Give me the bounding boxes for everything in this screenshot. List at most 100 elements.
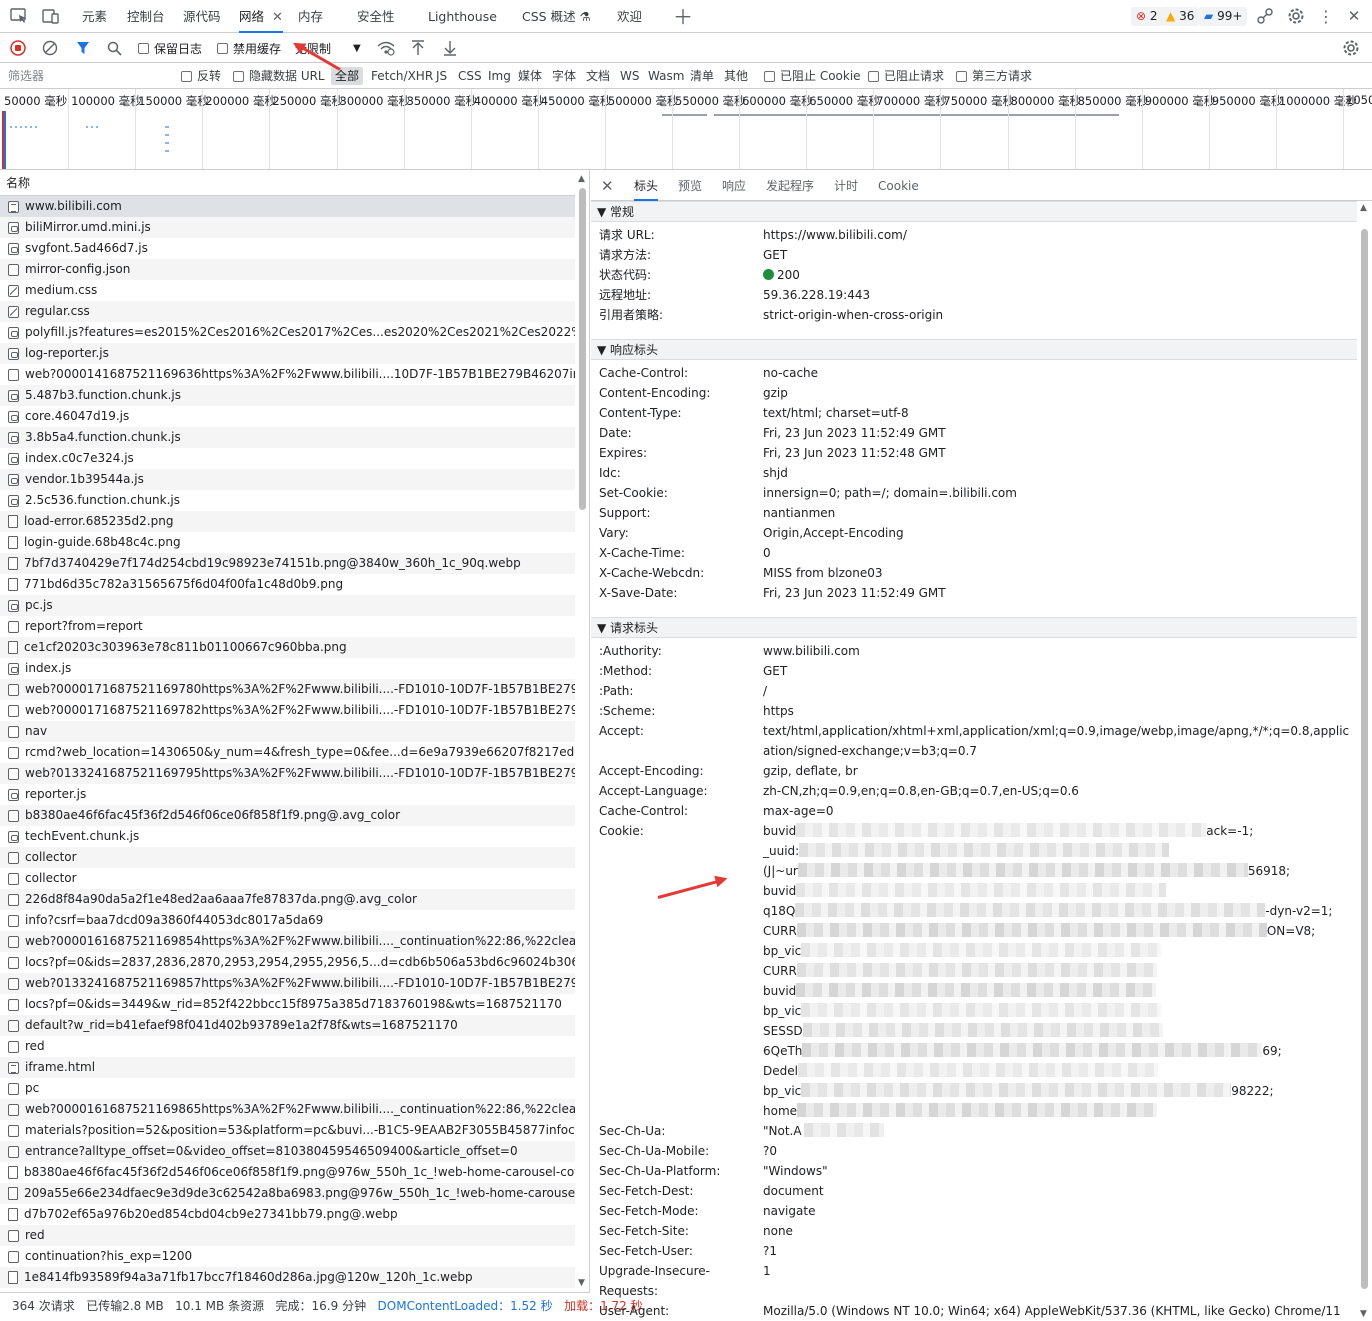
record-stop-icon[interactable] bbox=[10, 38, 26, 58]
header-value[interactable]: 1 bbox=[763, 1261, 1357, 1301]
request-row[interactable]: pc bbox=[0, 1078, 575, 1099]
type-filter-7[interactable]: 文档 bbox=[586, 67, 610, 85]
request-row[interactable]: report?from=report bbox=[0, 616, 575, 637]
request-row[interactable]: index.js bbox=[0, 658, 575, 679]
customize-connections-icon[interactable] bbox=[1255, 6, 1275, 26]
request-row[interactable]: iframe.html bbox=[0, 1057, 575, 1078]
request-row[interactable]: techEvent.chunk.js bbox=[0, 826, 575, 847]
header-value[interactable]: MISS from blzone03 bbox=[763, 563, 1357, 583]
header-value[interactable]: shjd bbox=[763, 463, 1357, 483]
scroll-thumb[interactable] bbox=[1361, 229, 1368, 1289]
detail-tab-5[interactable]: Cookie bbox=[878, 170, 919, 201]
request-row[interactable]: reporter.js bbox=[0, 784, 575, 805]
more-tabs-plus-icon[interactable]: ＋ bbox=[673, 5, 693, 29]
header-value[interactable]: none bbox=[763, 1221, 1357, 1241]
messages-badge[interactable]: ▰ 99+ bbox=[1199, 7, 1248, 26]
invert-checkbox[interactable]: 反转 bbox=[181, 67, 221, 85]
request-row[interactable]: web?000016168752116985​4https%3A%2F%2Fww… bbox=[0, 931, 575, 952]
type-filter-11[interactable]: 其他 bbox=[724, 67, 748, 85]
request-row[interactable]: load-error.685235d2.png bbox=[0, 511, 575, 532]
header-value[interactable]: https://www.bilibili.com/ bbox=[763, 225, 1357, 245]
network-conditions-icon[interactable] bbox=[377, 38, 395, 58]
tab-2[interactable]: 源代码 bbox=[183, 0, 221, 33]
type-filter-6[interactable]: 字体 bbox=[552, 67, 576, 85]
request-row[interactable]: 2.5c536.function.chunk.js bbox=[0, 490, 575, 511]
header-value[interactable]: ?0 bbox=[763, 1141, 1357, 1161]
close-detail-icon[interactable]: ✕ bbox=[601, 170, 614, 201]
tab-5[interactable]: 安全性 bbox=[357, 0, 395, 33]
cookie-value[interactable]: buvid ack=-1; _uuid: (J|~ur 56918; buvid q18Q -… bbox=[763, 821, 1357, 1121]
tab-4[interactable]: 内存 bbox=[298, 0, 323, 33]
type-filter-2[interactable]: JS bbox=[436, 67, 447, 85]
errors-badge[interactable]: ⊗ 2 bbox=[1131, 7, 1163, 26]
filter-funnel-icon[interactable] bbox=[76, 38, 90, 58]
detail-scrollbar[interactable]: ▲ ▼ bbox=[1357, 201, 1372, 1321]
header-value[interactable]: strict-origin-when-cross-origin bbox=[763, 305, 1357, 325]
type-filter-5[interactable]: 媒体 bbox=[518, 67, 542, 85]
header-value[interactable]: navigate bbox=[763, 1201, 1357, 1221]
header-value[interactable]: Mozilla/5.0 (Windows NT 10.0; Win64; x64… bbox=[763, 1301, 1357, 1321]
request-row[interactable]: b8380ae46f6fac45f36f2d546f06ce06f858f1f9… bbox=[0, 805, 575, 826]
general-section-header[interactable]: ▼ 常规 bbox=[591, 201, 1357, 222]
request-row[interactable]: www.bilibili.com bbox=[0, 196, 575, 217]
request-row[interactable]: 226d8f84a90da5a2f1e48ed2aa6aaa7fe87837da… bbox=[0, 889, 575, 910]
scroll-up-icon[interactable]: ▲ bbox=[1360, 203, 1367, 213]
request-row[interactable]: entrance?alltype_offset=0&video_offset=8… bbox=[0, 1141, 575, 1162]
header-value[interactable]: GET bbox=[763, 245, 1357, 265]
warnings-badge[interactable]: ▲ 36 bbox=[1161, 7, 1200, 26]
header-value[interactable]: Fri, 23 Jun 2023 11:52:49 GMT bbox=[763, 423, 1357, 443]
request-row[interactable]: red bbox=[0, 1225, 575, 1246]
network-overview-timeline[interactable]: 50000 毫秒 100000 毫秒 150000 毫秒 200000 毫秒 25000… bbox=[0, 89, 1372, 170]
request-row[interactable]: web?000017168752116978​0https%3A%2F%2Fww… bbox=[0, 679, 575, 700]
close-tab-icon[interactable]: ✕ bbox=[272, 10, 283, 25]
request-row[interactable]: index.c0c7e324.js bbox=[0, 448, 575, 469]
header-value[interactable]: GET bbox=[763, 661, 1357, 681]
header-value[interactable]: no-cache bbox=[763, 363, 1357, 383]
request-row[interactable]: red bbox=[0, 1036, 575, 1057]
request-row[interactable]: core.46047d19.js bbox=[0, 406, 575, 427]
request-row[interactable]: biliMirror.umd.mini.js bbox=[0, 217, 575, 238]
network-settings-gear-icon[interactable] bbox=[1342, 38, 1360, 58]
tab-3[interactable]: 网络 ✕ bbox=[239, 0, 283, 33]
request-row[interactable]: 5.487b3.function.chunk.js bbox=[0, 385, 575, 406]
header-value[interactable]: https bbox=[763, 701, 1357, 721]
request-row[interactable]: login-guide.68b48c4c.png bbox=[0, 532, 575, 553]
tab-6[interactable]: Lighthouse bbox=[428, 0, 497, 33]
tab-8[interactable]: 欢迎 bbox=[617, 0, 642, 33]
type-filter-4[interactable]: Img bbox=[488, 67, 511, 85]
header-value[interactable]: Origin,Accept-Encoding bbox=[763, 523, 1357, 543]
search-icon[interactable] bbox=[107, 38, 122, 58]
request-row[interactable]: 3.8b5a4.function.chunk.js bbox=[0, 427, 575, 448]
header-value[interactable]: text/html; charset=utf-8 bbox=[763, 403, 1357, 423]
request-row[interactable]: rcmd?web_location=1430650&y_num=4&fresh_… bbox=[0, 742, 575, 763]
header-value[interactable]: "Windows" bbox=[763, 1161, 1357, 1181]
header-value[interactable]: Fri, 23 Jun 2023 11:52:49 GMT bbox=[763, 583, 1357, 603]
device-toolbar-icon[interactable] bbox=[41, 6, 61, 26]
request-row[interactable]: polyfill.js?features=es2015%2Ces2016%2Ce… bbox=[0, 322, 575, 343]
scroll-down-icon[interactable]: ▼ bbox=[1360, 1309, 1367, 1319]
detail-tab-2[interactable]: 响应 bbox=[722, 170, 746, 201]
header-value[interactable]: max-age=0 bbox=[763, 801, 1357, 821]
header-value[interactable]: 0 bbox=[763, 543, 1357, 563]
request-row[interactable]: locs?pf=0&ids=2837,2836,2870,2953,2954,2… bbox=[0, 952, 575, 973]
request-row[interactable]: web?000017168752116978​2https%3A%2F%2Fww… bbox=[0, 700, 575, 721]
request-row[interactable]: 1e8414fb93589f94a3a71fb17bcc7f18460d286a… bbox=[0, 1267, 575, 1288]
request-row[interactable]: svgfont.5ad466d7.js bbox=[0, 238, 575, 259]
scroll-thumb[interactable] bbox=[579, 188, 586, 510]
type-filter-8[interactable]: WS bbox=[620, 67, 639, 85]
header-value[interactable]: www.bilibili.com bbox=[763, 641, 1357, 661]
request-list-scrollbar[interactable]: ▲ ▼ bbox=[575, 170, 589, 1292]
header-value[interactable]: 59.36.228.19:443 bbox=[763, 285, 1357, 305]
scroll-down-icon[interactable]: ▼ bbox=[578, 1278, 585, 1288]
close-devtools-icon[interactable]: ✕ bbox=[1344, 6, 1364, 26]
header-value[interactable]: nantianmen bbox=[763, 503, 1357, 523]
header-value[interactable]: document bbox=[763, 1181, 1357, 1201]
import-har-icon[interactable] bbox=[411, 38, 425, 58]
response-headers-section-header[interactable]: ▼ 响应标头 bbox=[591, 339, 1357, 360]
request-row[interactable]: 7bf7d3740429e7f174d254cbd19c98923e74151b… bbox=[0, 553, 575, 574]
inspect-element-icon[interactable] bbox=[9, 6, 29, 26]
header-value[interactable]: 200 bbox=[763, 265, 1357, 285]
detail-tab-0[interactable]: 标头 bbox=[634, 170, 659, 201]
request-row[interactable]: web?000014168752116963​6https%3A%2F%2Fww… bbox=[0, 364, 575, 385]
request-row[interactable]: continuation?his_exp=1200 bbox=[0, 1246, 575, 1267]
